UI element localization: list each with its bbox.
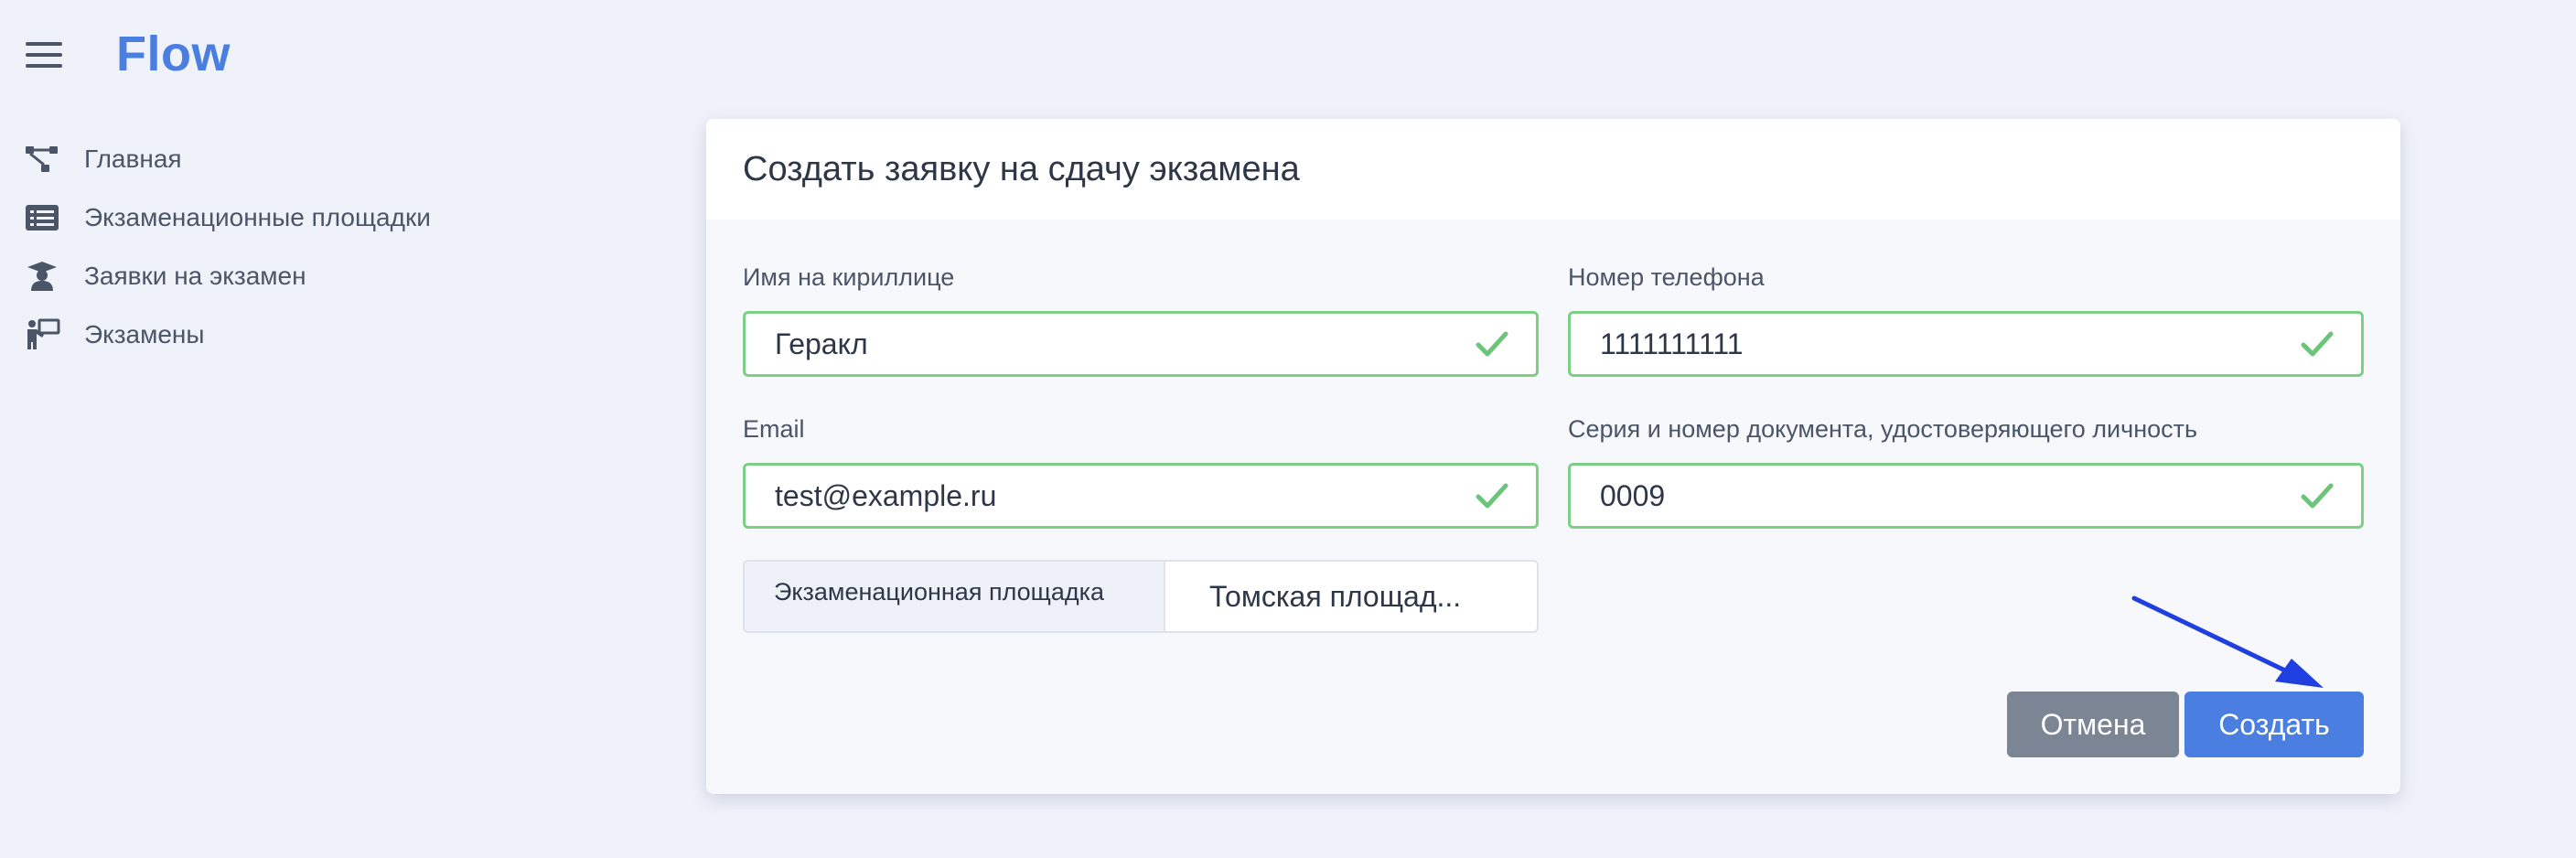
- sidebar: Главная Экзаменационные площадки Заявки …: [24, 130, 536, 364]
- sidebar-item-venues[interactable]: Экзаменационные площадки: [24, 188, 536, 247]
- email-input[interactable]: [775, 478, 1476, 513]
- document-label: Серия и номер документа, удостоверяющего…: [1568, 415, 2198, 443]
- email-label: Email: [743, 415, 805, 443]
- brand-logo[interactable]: Flow: [116, 26, 231, 82]
- venue-select[interactable]: Томская площад...: [1165, 562, 1537, 631]
- create-button[interactable]: Создать: [2184, 692, 2364, 757]
- venue-select-group: Экзаменационная площадка Томская площад.…: [743, 560, 1539, 633]
- sidebar-item-label: Заявки на экзамен: [84, 262, 306, 290]
- name-input[interactable]: [775, 327, 1476, 361]
- sidebar-item-label: Экзамены: [84, 320, 205, 349]
- sidebar-item-label: Главная: [84, 145, 182, 173]
- name-field[interactable]: [743, 311, 1539, 377]
- modal-header: Создать заявку на сдачу экзамена: [706, 119, 2400, 220]
- sidebar-item-applications[interactable]: Заявки на экзамен: [24, 247, 536, 306]
- sidebar-item-label: Экзаменационные площадки: [84, 203, 431, 231]
- check-icon: [2301, 483, 2334, 509]
- email-field[interactable]: [743, 463, 1539, 529]
- create-application-modal: Создать заявку на сдачу экзамена Имя на …: [706, 119, 2400, 794]
- name-label: Имя на кириллице: [743, 263, 955, 291]
- list-icon: [24, 201, 60, 234]
- sidebar-item-home[interactable]: Главная: [24, 130, 536, 188]
- check-icon: [1476, 331, 1508, 357]
- graduate-icon: [24, 260, 60, 293]
- phone-input[interactable]: [1600, 327, 2301, 361]
- document-field[interactable]: [1568, 463, 2364, 529]
- teacher-board-icon: [24, 318, 60, 351]
- document-input[interactable]: [1600, 478, 2301, 513]
- phone-label: Номер телефона: [1568, 263, 1765, 291]
- sidebar-item-exams[interactable]: Экзамены: [24, 306, 536, 364]
- menu-icon[interactable]: [26, 42, 62, 68]
- cancel-button[interactable]: Отмена: [2007, 692, 2179, 757]
- flow-diagram-icon: [24, 143, 60, 176]
- venue-select-label: Экзаменационная площадка: [745, 562, 1165, 631]
- phone-field[interactable]: [1568, 311, 2364, 377]
- app-root: Flow Главная Экзаменационные площадки За…: [0, 0, 2576, 858]
- modal-title: Создать заявку на сдачу экзамена: [743, 149, 1300, 188]
- check-icon: [1476, 483, 1508, 509]
- check-icon: [2301, 331, 2334, 357]
